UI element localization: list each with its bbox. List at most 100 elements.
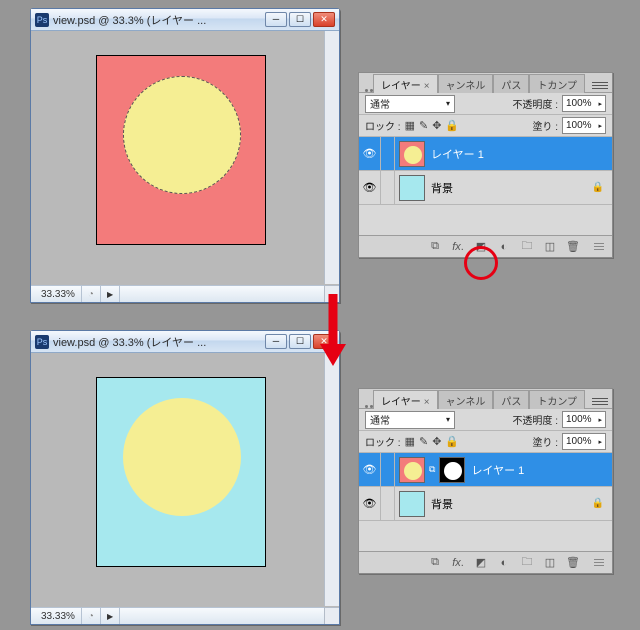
lock-transparency-icon[interactable]: ▦ xyxy=(405,435,415,448)
layer-list: 👁 レイヤー 1 👁 背景 🔒 xyxy=(359,137,612,235)
lock-label: ロック : xyxy=(365,434,401,449)
layer-style-icon[interactable]: fx. xyxy=(450,556,466,570)
eye-icon: 👁 xyxy=(363,147,377,160)
resize-grip[interactable] xyxy=(594,243,604,251)
layer-name[interactable]: 背景 xyxy=(429,180,453,196)
blend-mode-select[interactable]: 通常▾ xyxy=(365,411,455,429)
lock-image-icon[interactable]: ✎ xyxy=(419,119,428,132)
opacity-value: 100% xyxy=(566,98,592,109)
layer-thumbnail[interactable] xyxy=(399,141,425,167)
tab-label: ャンネル xyxy=(446,81,486,92)
visibility-toggle[interactable]: 👁 xyxy=(359,487,381,520)
tab-layer-comps[interactable]: トカンプ xyxy=(529,74,585,93)
scrollbar-vertical[interactable] xyxy=(324,31,339,284)
resize-grip[interactable] xyxy=(594,559,604,567)
close-icon[interactable]: × xyxy=(424,397,430,408)
panel-menu-icon[interactable] xyxy=(592,394,608,408)
canvas[interactable] xyxy=(36,35,323,282)
opacity-field[interactable]: 100%▸ xyxy=(562,411,606,428)
tab-layers[interactable]: レイヤー× xyxy=(373,390,438,409)
scrollbar-vertical[interactable] xyxy=(324,353,339,606)
fill-field[interactable]: 100%▸ xyxy=(562,117,606,134)
layer-thumbnail[interactable] xyxy=(399,457,425,483)
doc-info-icon[interactable]: ◔ xyxy=(82,286,101,302)
layer-list-empty xyxy=(359,205,612,235)
minimize-button[interactable]: ─ xyxy=(265,334,287,349)
link-column[interactable] xyxy=(381,171,395,204)
lock-all-icon[interactable]: 🔒 xyxy=(445,119,459,132)
opacity-value: 100% xyxy=(566,414,592,425)
layer-thumbnail[interactable] xyxy=(399,175,425,201)
lock-all-icon[interactable]: 🔒 xyxy=(445,435,459,448)
adjustment-layer-icon[interactable]: ◐ xyxy=(496,556,512,570)
link-layers-icon[interactable]: ⧉ xyxy=(427,240,443,254)
link-layers-icon[interactable]: ⧉ xyxy=(427,556,443,570)
blend-opacity-row: 通常▾ 不透明度 : 100%▸ xyxy=(359,409,612,431)
layer-row[interactable]: 👁 背景 🔒 xyxy=(359,171,612,205)
panel-tabs: レイヤー× ャンネル パス トカンプ xyxy=(359,389,612,409)
panel-collapse-handle[interactable] xyxy=(365,405,373,408)
close-button[interactable]: ✕ xyxy=(313,12,335,27)
tab-label: トカンプ xyxy=(537,397,577,408)
delete-layer-icon[interactable]: 🗑 xyxy=(565,240,581,254)
titlebar[interactable]: Ps view.psd @ 33.3% (レイヤー ... ─ ☐ ✕ xyxy=(31,9,339,31)
visibility-toggle[interactable]: 👁 xyxy=(359,453,381,486)
tab-paths[interactable]: パス xyxy=(493,74,529,93)
panel-menu-icon[interactable] xyxy=(592,78,608,92)
layer-thumbnail[interactable] xyxy=(399,491,425,517)
close-icon[interactable]: × xyxy=(424,81,430,92)
new-layer-icon[interactable]: ◫ xyxy=(542,556,558,570)
minimize-button[interactable]: ─ xyxy=(265,12,287,27)
opacity-field[interactable]: 100% ▸ xyxy=(562,95,606,112)
tab-label: パス xyxy=(501,81,521,92)
link-column[interactable] xyxy=(381,453,395,486)
link-column[interactable] xyxy=(381,487,395,520)
maximize-button[interactable]: ☐ xyxy=(289,334,311,349)
layer-name[interactable]: 背景 xyxy=(429,496,453,512)
mask-link-icon[interactable]: ⧉ xyxy=(429,464,435,475)
titlebar[interactable]: Ps view.psd @ 33.3% (レイヤー ... ─ ☐ ✕ xyxy=(31,331,339,353)
layer-name[interactable]: レイヤー 1 xyxy=(429,146,484,162)
annotation-arrow-down xyxy=(318,294,348,366)
layer-style-icon[interactable]: fx. xyxy=(450,240,466,254)
layer-row[interactable]: 👁 ⧉ レイヤー 1 xyxy=(359,453,612,487)
doc-info-icon[interactable]: ◔ xyxy=(82,608,101,624)
tab-layer-comps[interactable]: トカンプ xyxy=(529,390,585,409)
layer-name[interactable]: レイヤー 1 xyxy=(469,462,524,478)
add-mask-icon[interactable]: ◩ xyxy=(473,240,489,254)
layer-row[interactable]: 👁 レイヤー 1 xyxy=(359,137,612,171)
adjustment-layer-icon[interactable]: ◐ xyxy=(496,240,512,254)
new-layer-icon[interactable]: ◫ xyxy=(542,240,558,254)
layer-mask-thumbnail[interactable] xyxy=(439,457,465,483)
blend-mode-select[interactable]: 通常▾ xyxy=(365,95,455,113)
panel-footer: ⧉ fx. ◩ ◐ 🗀 ◫ 🗑 xyxy=(359,235,612,257)
new-group-icon[interactable]: 🗀 xyxy=(519,240,535,254)
fill-field[interactable]: 100%▸ xyxy=(562,433,606,450)
layer-row[interactable]: 👁 背景 🔒 xyxy=(359,487,612,521)
window-title: view.psd @ 33.3% (レイヤー ... xyxy=(53,12,261,28)
visibility-toggle[interactable]: 👁 xyxy=(359,171,381,204)
canvas[interactable] xyxy=(36,357,323,604)
maximize-button[interactable]: ☐ xyxy=(289,12,311,27)
lock-transparency-icon[interactable]: ▦ xyxy=(405,119,415,132)
tab-layers[interactable]: レイヤー× xyxy=(373,74,438,93)
link-column[interactable] xyxy=(381,137,395,170)
delete-layer-icon[interactable]: 🗑 xyxy=(565,556,581,570)
lock-image-icon[interactable]: ✎ xyxy=(419,435,428,448)
chevron-right-icon: ▸ xyxy=(598,100,602,108)
lock-position-icon[interactable]: ✥ xyxy=(432,119,441,132)
doc-info-chevron[interactable]: ▶ xyxy=(101,286,120,302)
new-group-icon[interactable]: 🗀 xyxy=(519,556,535,570)
zoom-level[interactable]: 33.33% xyxy=(35,608,82,624)
visibility-toggle[interactable]: 👁 xyxy=(359,137,381,170)
panel-collapse-handle[interactable] xyxy=(365,89,373,92)
doc-info-chevron[interactable]: ▶ xyxy=(101,608,120,624)
lock-position-icon[interactable]: ✥ xyxy=(432,435,441,448)
tab-paths[interactable]: パス xyxy=(493,390,529,409)
add-mask-icon[interactable]: ◩ xyxy=(473,556,489,570)
chevron-right-icon: ▸ xyxy=(598,122,602,130)
zoom-level[interactable]: 33.33% xyxy=(35,286,82,302)
tab-channels[interactable]: ャンネル xyxy=(438,390,494,409)
tab-channels[interactable]: ャンネル xyxy=(438,74,494,93)
statusbar: 33.33% ◔ ▶ xyxy=(31,285,324,302)
